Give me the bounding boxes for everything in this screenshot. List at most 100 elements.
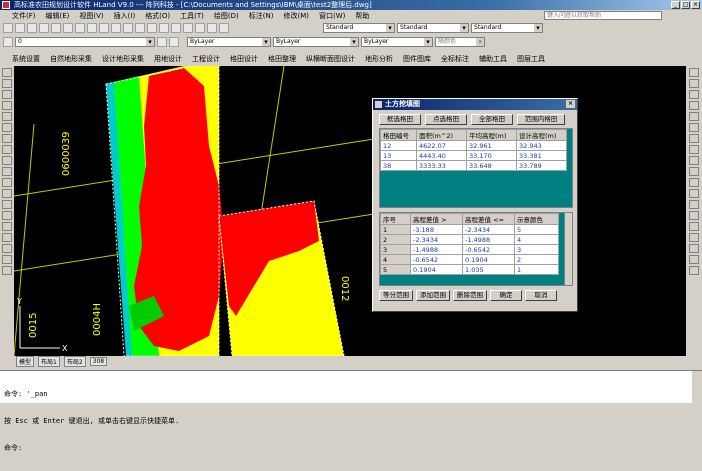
region-icon[interactable] [2,244,12,253]
line-icon[interactable] [2,68,12,77]
layer-select[interactable]: 0 [15,36,155,47]
tab-layout2[interactable]: 布局2 [63,355,86,367]
array-icon[interactable] [689,112,699,121]
table-row[interactable]: 12 4622.07 32.961 32.943 [380,140,567,151]
match-properties-icon[interactable] [99,22,109,33]
dialog-close-button[interactable]: × [566,100,575,108]
menu-format[interactable]: 格式(O) [145,11,170,21]
table-row[interactable]: 4 -0.6542 0.1904 2 [380,254,559,265]
zoom-realtime-icon[interactable] [147,22,157,33]
layer-manager-icon[interactable] [3,36,13,47]
copy-object-icon[interactable] [689,79,699,88]
menu-tools[interactable]: 工具(T) [180,11,204,21]
range-select-button[interactable]: 范围内格田 [517,114,565,125]
box-select-button[interactable]: 框选格田 [379,114,421,125]
tab-land-design[interactable]: 用地设计 [154,54,182,64]
menu-modify[interactable]: 修改(M) [283,11,309,21]
menu-draw[interactable]: 绘图(D) [214,11,239,21]
arc-icon[interactable] [2,123,12,132]
command-window[interactable]: 命令: '_pan 按 Esc 或 Enter 键退出, 或单击右键显示快捷菜单… [0,370,702,452]
tab-layer-tools[interactable]: 图层工具 [517,54,545,64]
properties-icon[interactable] [183,22,193,33]
plotstyle-select[interactable]: 随颜色 [435,36,485,47]
extend-icon[interactable] [689,178,699,187]
tab-layout1[interactable]: 布局1 [38,355,60,367]
undo-icon[interactable] [111,22,121,33]
scale-icon[interactable] [689,145,699,154]
help-search-input[interactable]: 键入问题以获取帮助 [544,11,662,20]
menu-edit[interactable]: 编辑(E) [46,11,70,21]
move-icon[interactable] [689,123,699,132]
explode-icon[interactable] [689,233,699,242]
ellipse-icon[interactable] [2,167,12,176]
offset-icon[interactable] [689,101,699,110]
menu-view[interactable]: 视图(V) [79,11,103,21]
tab-aux-tools[interactable]: 辅助工具 [479,54,507,64]
join-icon[interactable] [689,200,699,209]
stretch-icon[interactable] [689,156,699,165]
design-center-icon[interactable] [195,22,205,33]
dim-style-select[interactable]: Standard [397,22,469,33]
minimize-button[interactable]: _ [671,1,680,9]
tab-system-settings[interactable]: 系统设置 [12,54,40,64]
color-select[interactable]: ByLayer [187,36,271,47]
tab-design-terrain[interactable]: 设计地形采集 [102,54,144,64]
tool-palette-icon[interactable] [207,22,217,33]
text-style-select[interactable]: Standard [323,22,395,33]
copy-icon[interactable] [75,22,85,33]
revision-cloud-icon[interactable] [2,145,12,154]
save-icon[interactable] [27,22,37,33]
menu-insert[interactable]: 插入(I) [114,11,136,21]
menu-window[interactable]: 窗口(W) [319,11,345,21]
mirror-icon[interactable] [689,90,699,99]
linetype-select[interactable]: ByLayer [273,36,359,47]
erase-icon[interactable] [689,68,699,77]
layer-iso-icon[interactable] [689,255,699,264]
tab-field-arrange[interactable]: 格田整理 [268,54,296,64]
trim-icon[interactable] [689,167,699,176]
table-style-select[interactable]: Standard [471,22,543,33]
table-row[interactable]: 13 4443.40 33.170 33.381 [380,150,567,161]
point-icon[interactable] [2,211,12,220]
tab-engineering-design[interactable]: 工程设计 [192,54,220,64]
command-scrollbar[interactable] [692,371,702,404]
redo-icon[interactable] [123,22,133,33]
text-icon[interactable] [2,266,12,275]
tab-model[interactable]: 模型 [16,355,35,367]
drawing-canvas[interactable]: 0600039 0004H 0015 0012 Y X [14,66,686,356]
rectangle-icon[interactable] [2,112,12,121]
table-row[interactable]: 3 -1.4988 -0.6542 3 [380,244,559,255]
select-all-button[interactable]: 全部格田 [471,114,513,125]
open-file-icon[interactable] [15,22,25,33]
add-range-button[interactable]: 添加范围 [416,290,450,301]
make-current-icon[interactable] [157,36,167,47]
rotate-icon[interactable] [689,134,699,143]
maximize-button[interactable]: □ [681,1,690,9]
new-file-icon[interactable] [3,22,13,33]
menu-help[interactable]: 帮助 [355,11,369,21]
table-row[interactable]: 1 -3.188 -2.3434 5 [380,224,559,235]
zoom-window-icon[interactable] [159,22,169,33]
menu-file[interactable]: 文件(F) [12,11,36,21]
hatch-icon[interactable] [2,222,12,231]
pan-icon[interactable] [135,22,145,33]
paste-icon[interactable] [87,22,97,33]
divide-range-button[interactable]: 等分范围 [379,290,413,301]
point-select-button[interactable]: 点选格田 [425,114,467,125]
close-button[interactable]: × [691,1,700,9]
table-row[interactable]: 5 0.1904 1.035 1 [380,264,559,275]
lineweight-select[interactable]: ByLayer [361,36,433,47]
tab-annotation[interactable]: 全标标注 [441,54,469,64]
range-table-scrollbar[interactable] [564,213,572,285]
delete-range-button[interactable]: 删除范围 [453,290,487,301]
match-icon[interactable] [689,266,699,275]
cut-icon[interactable] [63,22,73,33]
cancel-button[interactable]: 取消 [525,290,557,301]
tab-field-design[interactable]: 格田设计 [230,54,258,64]
gradient-icon[interactable] [2,233,12,242]
zoom-previous-icon[interactable] [171,22,181,33]
polygon-icon[interactable] [2,101,12,110]
break-icon[interactable] [689,189,699,198]
layer-previous-icon[interactable] [169,36,179,47]
command-prompt[interactable]: 命令: [4,444,698,453]
